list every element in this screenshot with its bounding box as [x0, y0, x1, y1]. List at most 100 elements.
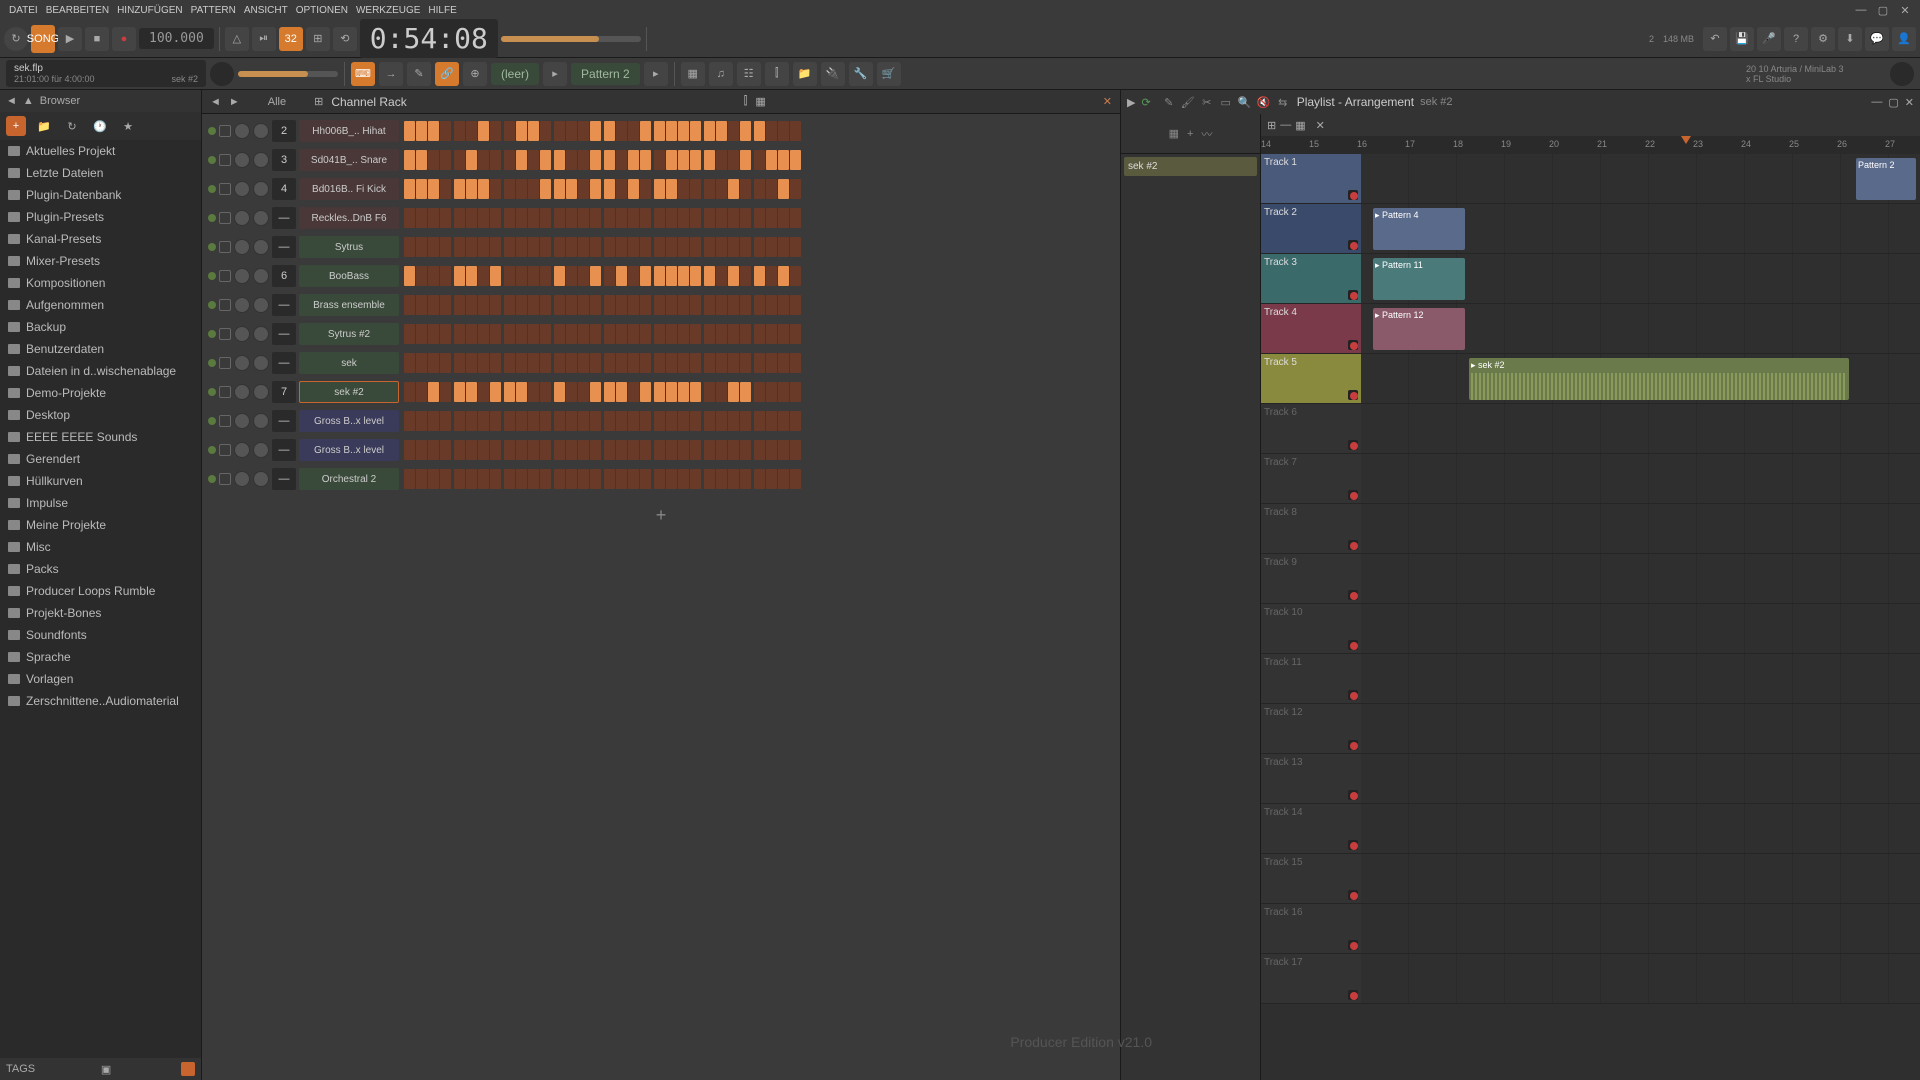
step-cell[interactable]	[454, 353, 465, 373]
step-cell[interactable]	[590, 440, 601, 460]
step-cell[interactable]	[740, 469, 751, 489]
channel-led[interactable]	[208, 417, 216, 425]
step-cell[interactable]	[566, 469, 577, 489]
channel-name-button[interactable]: Gross B..x level	[299, 410, 399, 432]
browser-tab-folder[interactable]: 📁	[34, 116, 54, 136]
step-cell[interactable]	[640, 324, 651, 344]
step-cell[interactable]	[478, 411, 489, 431]
track-rec-button[interactable]	[1350, 542, 1358, 550]
step-cell[interactable]	[504, 382, 515, 402]
browser-item[interactable]: Demo-Projekte	[0, 382, 201, 404]
step-cell[interactable]	[704, 353, 715, 373]
browser-item[interactable]: Desktop	[0, 404, 201, 426]
step-cell[interactable]	[666, 353, 677, 373]
step-cell[interactable]	[640, 353, 651, 373]
channel-number[interactable]: 6	[272, 265, 296, 287]
channel-led[interactable]	[208, 359, 216, 367]
step-cell[interactable]	[604, 324, 615, 344]
channel-mute[interactable]	[219, 154, 231, 166]
step-cell[interactable]	[766, 324, 777, 344]
step-cell[interactable]	[478, 324, 489, 344]
step-cell[interactable]	[678, 208, 689, 228]
step-cell[interactable]	[628, 179, 639, 199]
step-cell[interactable]	[590, 469, 601, 489]
channel-number[interactable]: —	[272, 323, 296, 345]
step-cell[interactable]	[416, 324, 427, 344]
pl-max-button[interactable]: ▢	[1888, 96, 1898, 109]
step-cell[interactable]	[690, 353, 701, 373]
typing-keyboard-button[interactable]: ⌨	[351, 62, 375, 86]
step-cell[interactable]	[678, 266, 689, 286]
menu-pattern[interactable]: PATTERN	[188, 3, 239, 18]
step-cell[interactable]	[490, 353, 501, 373]
minimize-button[interactable]: —	[1852, 3, 1870, 17]
step-cell[interactable]	[504, 208, 515, 228]
track-header[interactable]: Track 17	[1261, 954, 1361, 1003]
step-cell[interactable]	[666, 179, 677, 199]
step-cell[interactable]	[704, 324, 715, 344]
step-cell[interactable]	[454, 382, 465, 402]
track-rec-button[interactable]	[1350, 242, 1358, 250]
step-cell[interactable]	[516, 382, 527, 402]
track-rec-button[interactable]	[1350, 292, 1358, 300]
step-cell[interactable]	[404, 440, 415, 460]
maximize-button[interactable]: ▢	[1874, 3, 1892, 17]
step-cell[interactable]	[554, 353, 565, 373]
step-cell[interactable]	[454, 469, 465, 489]
step-cell[interactable]	[590, 150, 601, 170]
step-cell[interactable]	[528, 266, 539, 286]
playlist-arr-name[interactable]: sek #2	[1420, 96, 1452, 108]
step-cell[interactable]	[516, 121, 527, 141]
step-cell[interactable]	[766, 150, 777, 170]
step-cell[interactable]	[678, 353, 689, 373]
step-cell[interactable]	[716, 382, 727, 402]
channel-number[interactable]: —	[272, 207, 296, 229]
step-cell[interactable]	[478, 353, 489, 373]
channel-mute[interactable]	[219, 415, 231, 427]
step-cell[interactable]	[766, 179, 777, 199]
browser-item[interactable]: Mixer-Presets	[0, 250, 201, 272]
main-volume-slider[interactable]	[238, 71, 338, 77]
account-button[interactable]: 👤	[1892, 27, 1916, 51]
step-cell[interactable]	[516, 324, 527, 344]
pl-zoom-button[interactable]: —	[1280, 119, 1291, 131]
browser-item[interactable]: Plugin-Datenbank	[0, 184, 201, 206]
channel-number[interactable]: —	[272, 410, 296, 432]
add-channel-button[interactable]: +	[202, 499, 1120, 532]
step-cell[interactable]	[704, 266, 715, 286]
step-cell[interactable]	[528, 411, 539, 431]
step-cell[interactable]	[716, 353, 727, 373]
browser-item[interactable]: Gerendert	[0, 448, 201, 470]
step-cell[interactable]	[516, 150, 527, 170]
pl-tool-draw[interactable]: ✎	[1161, 94, 1177, 110]
channel-pan-knob[interactable]	[234, 355, 250, 371]
link-remote-button[interactable]: 🔗	[435, 62, 459, 86]
step-cell[interactable]	[590, 324, 601, 344]
browser-item[interactable]: Hüllkurven	[0, 470, 201, 492]
step-cell[interactable]	[404, 382, 415, 402]
step-cell[interactable]	[566, 208, 577, 228]
step-cell[interactable]	[578, 469, 589, 489]
step-cell[interactable]	[490, 324, 501, 344]
step-cell[interactable]	[440, 295, 451, 315]
view-plugin-button[interactable]: 🔌	[821, 62, 845, 86]
step-cell[interactable]	[754, 179, 765, 199]
menu-werkzeuge[interactable]: WERKZEUGE	[353, 3, 423, 18]
channel-pan-knob[interactable]	[234, 326, 250, 342]
channel-pan-knob[interactable]	[234, 471, 250, 487]
track-lane[interactable]	[1361, 454, 1920, 503]
step-cell[interactable]	[728, 353, 739, 373]
view-channelrack-button[interactable]: ☷	[737, 62, 761, 86]
step-cell[interactable]	[616, 295, 627, 315]
step-cell[interactable]	[778, 150, 789, 170]
step-cell[interactable]	[690, 179, 701, 199]
browser-tags-label[interactable]: TAGS	[6, 1063, 35, 1075]
step-cell[interactable]	[790, 382, 801, 402]
step-cell[interactable]	[566, 150, 577, 170]
step-cell[interactable]	[678, 237, 689, 257]
step-cell[interactable]	[678, 469, 689, 489]
track-rec-button[interactable]	[1350, 942, 1358, 950]
step-cell[interactable]	[554, 121, 565, 141]
step-cell[interactable]	[628, 266, 639, 286]
step-cell[interactable]	[454, 179, 465, 199]
